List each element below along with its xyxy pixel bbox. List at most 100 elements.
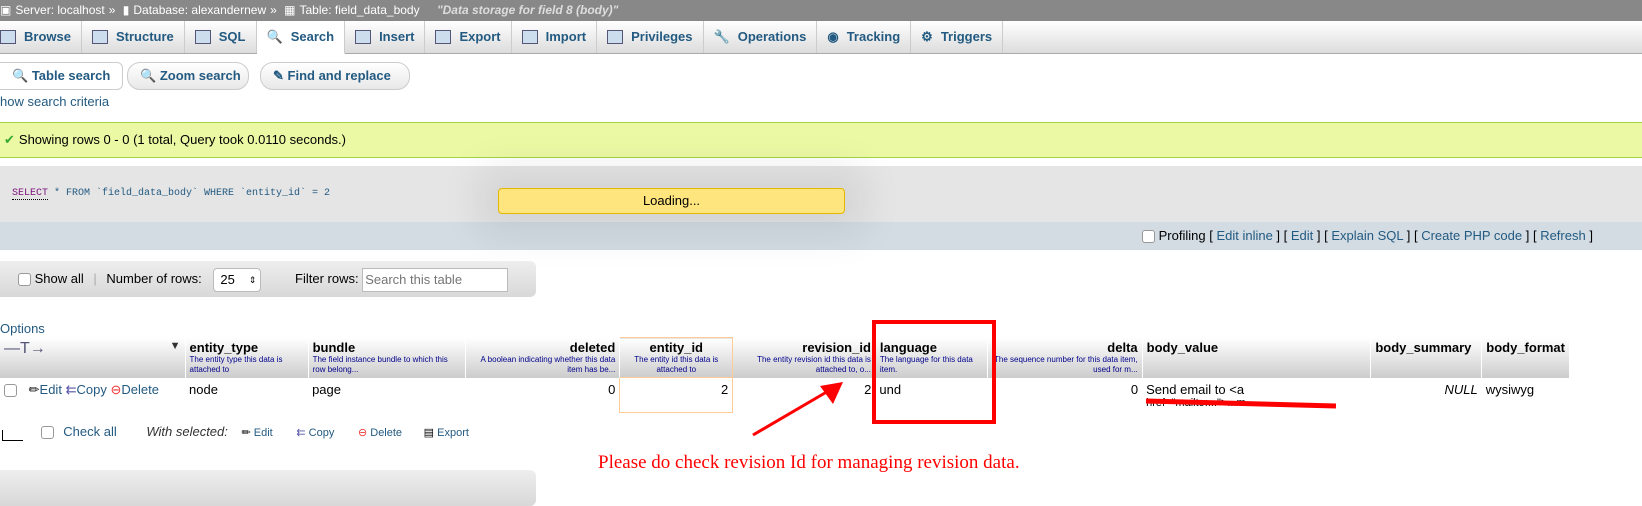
breadcrumb-server[interactable]: Server: localhost bbox=[15, 3, 104, 17]
create-php-code-link[interactable]: Create PHP code bbox=[1421, 228, 1522, 243]
tab-insert[interactable]: Insert bbox=[345, 21, 426, 53]
column-header-deleted[interactable]: deleted A boolean indicating whether this… bbox=[465, 337, 621, 378]
export-icon bbox=[435, 30, 452, 44]
table-comment: "Data storage for field 8 (body)" bbox=[436, 3, 619, 17]
row-delete-link[interactable]: Delete bbox=[121, 382, 159, 397]
table-icon: ▦ bbox=[284, 3, 296, 17]
tab-export[interactable]: Export bbox=[425, 21, 512, 53]
cell-body-format[interactable]: wysiwyg bbox=[1482, 378, 1570, 413]
search-icon: 🔍 bbox=[12, 68, 29, 83]
cell-entity-type[interactable]: node bbox=[185, 378, 308, 413]
row-edit-link[interactable]: Edit bbox=[40, 382, 62, 397]
updown-icon: ⇕ bbox=[248, 274, 257, 285]
cell-deleted[interactable]: 0 bbox=[466, 378, 620, 413]
tab-browse[interactable]: Browse bbox=[0, 21, 82, 53]
column-header-body-format[interactable]: body_format bbox=[1481, 337, 1570, 378]
breadcrumb-database[interactable]: Database: alexandernew bbox=[133, 3, 266, 17]
row-copy-link[interactable]: Copy bbox=[76, 382, 106, 397]
annotation-highlight-box bbox=[872, 320, 996, 424]
copy-icon: ⇇ bbox=[296, 427, 306, 439]
filter-rows-input[interactable] bbox=[362, 267, 509, 292]
loading-notification: Loading... bbox=[498, 188, 845, 214]
import-icon bbox=[521, 30, 538, 44]
column-header-body-value[interactable]: body_value bbox=[1142, 337, 1372, 378]
show-search-criteria-link[interactable]: how search criteria bbox=[0, 94, 109, 109]
edit-inline-link[interactable]: Edit inline bbox=[1216, 228, 1272, 243]
column-header-bundle[interactable]: bundle The field instance bundle to which… bbox=[308, 337, 467, 378]
navigation-panel: Show all | Number of rows: 25 ⇕ Filter r… bbox=[0, 261, 536, 297]
tab-tracking[interactable]: ◉ Tracking bbox=[817, 21, 912, 53]
column-arrows-header[interactable]: —T→ ▼ bbox=[0, 337, 186, 378]
delete-icon: ⊖ bbox=[357, 427, 368, 439]
column-header-entity-type[interactable]: entity_type The entity type this data is … bbox=[185, 337, 309, 378]
sql-text: * FROM `field_data_body` WHERE `entity_i… bbox=[48, 188, 331, 199]
sort-dropdown-icon: ▼ bbox=[169, 339, 181, 352]
structure-icon bbox=[91, 30, 108, 44]
rows-select[interactable]: 25 ⇕ bbox=[213, 267, 262, 292]
show-all-label: Show all bbox=[34, 271, 84, 286]
tab-privileges[interactable]: Privileges bbox=[597, 21, 704, 53]
cell-delta[interactable]: 0 bbox=[987, 378, 1142, 413]
browse-icon bbox=[0, 30, 16, 44]
database-icon: ▮ bbox=[122, 3, 130, 17]
column-header-revision-id[interactable]: revision_id The entity revision id this d… bbox=[732, 337, 876, 378]
tab-operations[interactable]: 🔧 Operations bbox=[704, 21, 818, 53]
with-selected-label: With selected: bbox=[146, 424, 228, 439]
annotation-arrow-icon bbox=[752, 382, 843, 437]
bulk-copy-button[interactable]: ⇇ Copy bbox=[296, 427, 334, 439]
export-icon: ▤ bbox=[423, 427, 435, 439]
profiling-checkbox[interactable] bbox=[1142, 230, 1155, 244]
bulk-actions: Check all With selected: ✏ Edit ⇇ Copy ⊖… bbox=[2, 424, 469, 441]
check-all-checkbox[interactable] bbox=[40, 426, 54, 440]
wrench-icon: 🔧 bbox=[713, 29, 730, 44]
subtab-find-replace[interactable]: ✎ Find and replace bbox=[260, 62, 410, 90]
bulk-export-button[interactable]: ▤ Export bbox=[424, 427, 469, 439]
profiling-label: Profiling bbox=[1158, 228, 1206, 243]
column-header-body-summary[interactable]: body_summary bbox=[1370, 337, 1483, 378]
find-replace-icon: ✎ bbox=[273, 68, 284, 83]
breadcrumb-table[interactable]: Table: field_data_body bbox=[300, 3, 420, 17]
tab-import[interactable]: Import bbox=[512, 21, 598, 53]
annotation-text: Please do check revision Id for managing… bbox=[598, 452, 1020, 473]
subtab-zoom-search[interactable]: 🔍 Zoom search bbox=[127, 62, 249, 90]
cell-body-value[interactable]: Send email to <ahref="mailto:...">...m..… bbox=[1142, 378, 1371, 413]
success-message: ✔ Showing rows 0 - 0 (1 total, Query took… bbox=[0, 122, 1642, 158]
column-header-delta[interactable]: delta The sequence number for this data i… bbox=[987, 337, 1143, 378]
row-checkbox[interactable] bbox=[4, 383, 17, 397]
copy-icon: ⇇ bbox=[65, 381, 77, 397]
refresh-link[interactable]: Refresh bbox=[1540, 228, 1586, 243]
pencil-icon: ✏ bbox=[241, 427, 251, 439]
query-tools-bar: Profiling [ Edit inline ] [ Edit ] [ Exp… bbox=[0, 222, 1642, 250]
tab-structure[interactable]: Structure bbox=[82, 21, 185, 53]
options-link[interactable]: Options bbox=[0, 321, 45, 336]
explain-sql-link[interactable]: Explain SQL bbox=[1331, 228, 1403, 243]
breadcrumb: ▣ Server: localhost» ▮ Database: alexander… bbox=[0, 0, 1642, 21]
check-icon: ✔ bbox=[4, 132, 15, 147]
server-icon: ▣ bbox=[0, 3, 12, 17]
show-all-checkbox[interactable] bbox=[18, 273, 31, 287]
sql-icon bbox=[194, 30, 211, 44]
search-icon: 🔍 bbox=[266, 29, 283, 44]
header-row: —T→ ▼ entity_type The entity type this dat… bbox=[0, 337, 1570, 378]
tab-sql[interactable]: SQL bbox=[185, 21, 257, 53]
tab-search[interactable]: 🔍 Search bbox=[256, 21, 346, 54]
insert-icon bbox=[355, 30, 372, 44]
sql-keyword-select[interactable]: SELECT bbox=[12, 188, 49, 200]
edit-link[interactable]: Edit bbox=[1291, 228, 1313, 243]
tab-triggers[interactable]: ⚙ Triggers bbox=[911, 21, 1004, 53]
subtab-table-search[interactable]: 🔍 Table search bbox=[0, 62, 123, 90]
cell-entity-id[interactable]: 2 bbox=[619, 377, 734, 413]
bulk-delete-button[interactable]: ⊖ Delete bbox=[358, 427, 402, 439]
rows-label: Number of rows: bbox=[106, 271, 202, 286]
cell-body-summary[interactable]: NULL bbox=[1371, 378, 1482, 413]
navigation-panel-bottom bbox=[0, 470, 536, 506]
bulk-edit-button[interactable]: ✏ Edit bbox=[242, 427, 273, 439]
zoom-search-icon: 🔍 bbox=[140, 68, 157, 83]
check-all-link[interactable]: Check all bbox=[63, 424, 116, 439]
eye-icon: ◉ bbox=[827, 29, 839, 44]
cell-bundle[interactable]: page bbox=[308, 378, 466, 413]
column-header-entity-id[interactable]: entity_id The entity id this data is atta… bbox=[619, 337, 734, 378]
filter-rows-label: Filter rows: bbox=[295, 271, 359, 286]
delete-icon: ⊖ bbox=[110, 381, 122, 397]
tab-bar: Browse Structure SQL 🔍 Search Insert Expo… bbox=[0, 21, 1642, 54]
